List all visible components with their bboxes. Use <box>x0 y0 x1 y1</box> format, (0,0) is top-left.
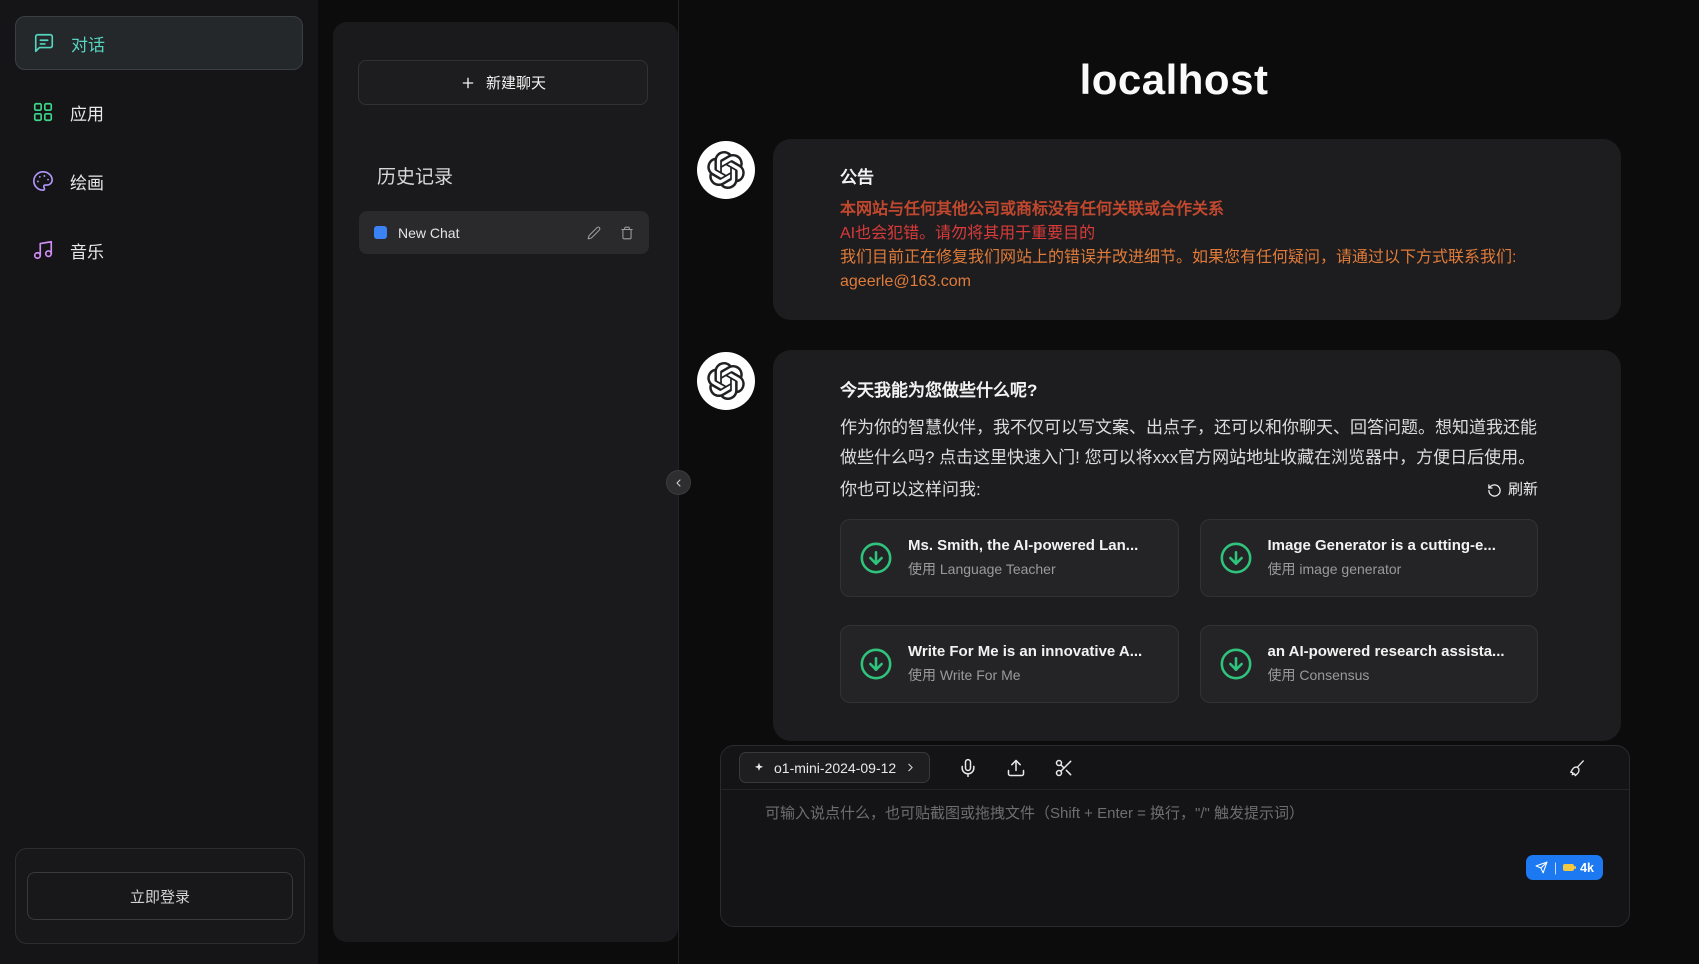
composer-toolbar: o1-mini-2024-09-12 <box>721 746 1629 790</box>
welcome-message-card: 今天我能为您做些什么呢? 作为你的智慧伙伴，我不仅可以写文案、出点子，还可以和你… <box>773 350 1621 741</box>
chat-history-item[interactable]: New Chat <box>359 211 649 254</box>
suggestion-title: Ms. Smith, the AI-powered Lan... <box>908 537 1138 554</box>
assistant-avatar <box>697 141 755 199</box>
announcement-message-card: 公告 本网站与任何其他公司或商标没有任何关联或合作关系 AI也会犯错。请勿将其用… <box>773 139 1621 320</box>
chat-list-panel: 新建聊天 历史记录 New Chat <box>333 22 678 942</box>
login-card: 立即登录 <box>15 848 305 944</box>
announcement-heading: 公告 <box>840 163 1581 188</box>
sidebar-item-apps[interactable]: 应用 <box>15 85 303 139</box>
chat-bubble-icon <box>33 32 55 54</box>
edit-pencil-icon[interactable] <box>587 226 601 240</box>
message-input[interactable] <box>765 802 1599 876</box>
sidebar-item-label: 对话 <box>71 31 105 56</box>
sidebar-item-chat[interactable]: 对话 <box>15 16 303 70</box>
announcement-line: 本网站与任何其他公司或商标没有任何关联或合作关系 <box>840 198 1581 222</box>
token-count: 4k <box>1580 861 1594 875</box>
model-selector[interactable]: o1-mini-2024-09-12 <box>739 752 930 783</box>
suggestion-title: Write For Me is an innovative A... <box>908 643 1142 660</box>
suggestion-subtitle: 使用 Consensus <box>1268 665 1505 685</box>
nav-menu: 对话 应用 绘画 <box>0 0 318 277</box>
sidebar-item-label: 绘画 <box>70 169 104 194</box>
suggestion-grid: Ms. Smith, the AI-powered Lan... 使用 Lang… <box>840 519 1538 703</box>
send-icon <box>1535 861 1548 874</box>
chat-item-title: New Chat <box>398 225 576 241</box>
trash-icon[interactable] <box>620 226 634 240</box>
refresh-icon <box>1487 483 1502 498</box>
badge-divider: | <box>1554 861 1557 875</box>
suggestion-card[interactable]: Image Generator is a cutting-e... 使用 ima… <box>1200 519 1539 597</box>
contact-email-link[interactable]: ageerle@163.com <box>840 270 971 294</box>
collapse-sidebar-button[interactable] <box>666 470 691 495</box>
upload-icon[interactable] <box>1006 758 1026 778</box>
suggestion-subtitle: 使用 Language Teacher <box>908 559 1138 579</box>
welcome-heading: 今天我能为您做些什么呢? <box>840 376 1538 401</box>
chat-item-badge-icon <box>374 226 387 239</box>
arrow-down-circle-icon <box>1219 647 1253 681</box>
model-label: o1-mini-2024-09-12 <box>774 760 896 776</box>
history-title: 历史记录 <box>377 162 453 189</box>
battery-icon <box>1563 864 1574 871</box>
refresh-label: 刷新 <box>1508 475 1538 505</box>
app-grid-icon <box>32 101 54 123</box>
suggestion-card[interactable]: an AI-powered research assista... 使用 Con… <box>1200 625 1539 703</box>
suggestion-subtitle: 使用 image generator <box>1268 559 1496 579</box>
arrow-down-circle-icon <box>859 647 893 681</box>
sidebar-item-label: 音乐 <box>70 238 104 263</box>
assistant-avatar <box>697 352 755 410</box>
scissors-icon[interactable] <box>1054 758 1074 778</box>
sidebar-item-paint[interactable]: 绘画 <box>15 154 303 208</box>
new-chat-label: 新建聊天 <box>486 72 546 93</box>
palette-icon <box>32 170 54 192</box>
openai-logo-icon <box>707 151 745 189</box>
suggestion-card[interactable]: Write For Me is an innovative A... 使用 Wr… <box>840 625 1179 703</box>
suggestion-subtitle: 使用 Write For Me <box>908 665 1142 685</box>
microphone-icon[interactable] <box>958 758 978 778</box>
broom-icon[interactable] <box>1567 758 1587 778</box>
message-composer: o1-mini-2024-09-12 <box>720 745 1630 927</box>
sidebar-item-music[interactable]: 音乐 <box>15 223 303 277</box>
collapse-chevron-left-icon <box>673 477 685 489</box>
suggestion-card[interactable]: Ms. Smith, the AI-powered Lan... 使用 Lang… <box>840 519 1179 597</box>
sparkle-icon <box>752 761 766 775</box>
arrow-down-circle-icon <box>859 541 893 575</box>
music-note-icon <box>32 239 54 261</box>
suggestion-title: an AI-powered research assista... <box>1268 643 1505 660</box>
openai-logo-icon <box>707 362 745 400</box>
suggestion-title: Image Generator is a cutting-e... <box>1268 537 1496 554</box>
chevron-right-icon <box>904 761 917 774</box>
app-sidebar: 对话 应用 绘画 <box>0 0 318 964</box>
announcement-line: AI也会犯错。请勿将其用于重要目的 <box>840 222 1581 246</box>
send-token-badge[interactable]: | 4k <box>1526 855 1603 880</box>
arrow-down-circle-icon <box>1219 541 1253 575</box>
page-title: localhost <box>679 56 1669 104</box>
sidebar-item-label: 应用 <box>70 100 104 125</box>
welcome-body: 作为你的智慧伙伴，我不仅可以写文案、出点子，还可以和你聊天、回答问题。想知道我还… <box>840 413 1538 473</box>
refresh-suggestions-button[interactable]: 刷新 <box>1487 475 1538 505</box>
login-button[interactable]: 立即登录 <box>27 872 293 920</box>
plus-icon <box>460 75 476 91</box>
announcement-line: 我们目前正在修复我们网站上的错误并改进细节。如果您有任何疑问，请通过以下方式联系… <box>840 246 1581 270</box>
welcome-hint: 你也可以这样问我: <box>840 475 981 505</box>
new-chat-button[interactable]: 新建聊天 <box>358 60 648 105</box>
